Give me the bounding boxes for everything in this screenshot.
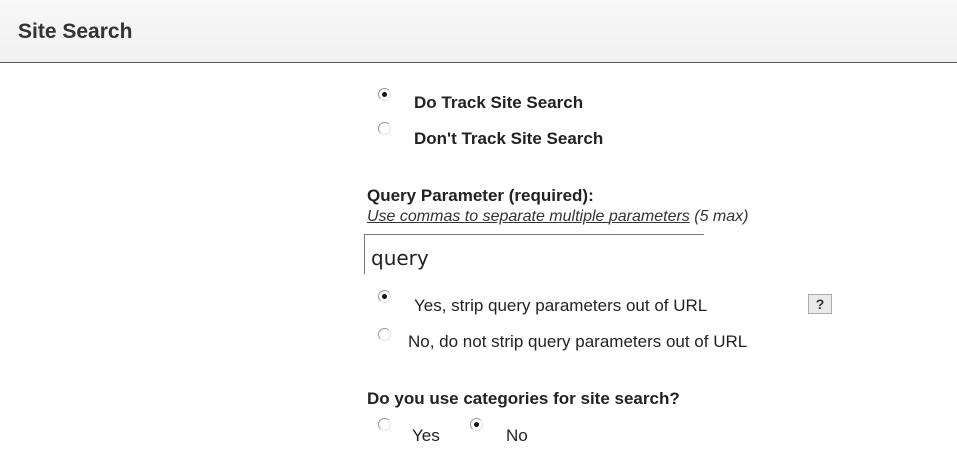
query-parameter-hint: Use commas to separate multiple paramete… <box>367 208 749 225</box>
dont-track-label: Don't Track Site Search <box>414 129 604 148</box>
strip-no-radio[interactable] <box>378 328 391 341</box>
do-track-label: Do Track Site Search <box>414 93 584 112</box>
categories-yes-label: Yes <box>412 426 440 445</box>
strip-yes-label: Yes, strip query parameters out of URL <box>414 296 708 315</box>
help-icon[interactable]: ? <box>808 294 832 314</box>
strip-no-label: No, do not strip query parameters out of… <box>408 332 748 351</box>
categories-question: Do you use categories for site search? <box>367 389 680 408</box>
dont-track-radio[interactable] <box>378 122 391 135</box>
query-parameter-input[interactable] <box>364 234 704 274</box>
categories-yes-radio[interactable] <box>378 418 391 431</box>
section-header: Site Search <box>0 0 957 63</box>
categories-no-label: No <box>506 426 528 445</box>
do-track-radio[interactable] <box>378 88 391 101</box>
query-parameter-label: Query Parameter (required): <box>367 186 594 205</box>
categories-no-radio[interactable] <box>470 418 483 431</box>
section-title: Site Search <box>18 20 133 43</box>
strip-yes-radio[interactable] <box>378 290 391 303</box>
